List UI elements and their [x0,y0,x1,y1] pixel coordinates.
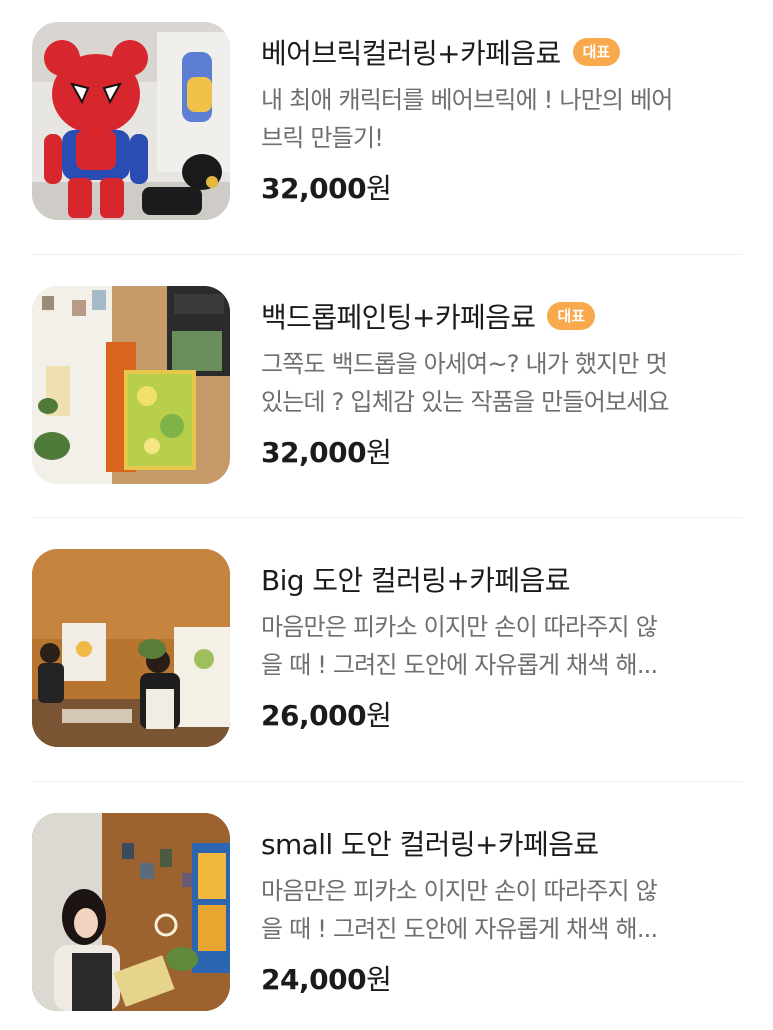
item-divider [32,517,742,518]
price-amount: 32,000 [261,436,367,469]
price-amount: 32,000 [261,172,367,205]
item-info: Big 도안 컬러링+카페음료 마음만은 피카소 이지만 손이 따라주지 않 을… [261,549,751,734]
item-description: 마음만은 피카소 이지만 손이 따라주지 않 을 때 ! 그려진 도안에 자유롭… [261,608,751,684]
price-currency: 원 [366,699,392,732]
description-line: 을 때 ! 그려진 도안에 자유롭게 채색 해... [261,651,658,679]
item-title[interactable]: Big 도안 컬러링+카페음료 [261,559,570,599]
item-title[interactable]: small 도안 컬러링+카페음료 [261,823,599,863]
title-row: Big 도안 컬러링+카페음료 [261,549,751,609]
price-currency: 원 [366,963,392,996]
spiderman-bearbrick-photo [32,22,230,220]
price-currency: 원 [366,436,392,469]
product-image-big-pattern[interactable] [32,549,230,747]
representative-badge: 대표 [547,302,596,330]
description-line: 브릭 만들기! [261,124,384,152]
product-image-small-pattern[interactable] [32,813,230,1011]
description-line: 마음만은 피카소 이지만 손이 따라주지 않 [261,613,658,641]
title-row: 베어브릭컬러링+카페음료 대표 [261,22,751,82]
description-line: 내 최애 캐릭터를 베어브릭에 ! 나만의 베어 [261,86,673,114]
list-item[interactable]: Big 도안 컬러링+카페음료 마음만은 피카소 이지만 손이 따라주지 않 을… [32,549,742,749]
description-line: 그쪽도 백드롭을 아세여~? 내가 했지만 멋 [261,350,668,378]
list-item[interactable]: 백드롭페인팅+카페음료 대표 그쪽도 백드롭을 아세여~? 내가 했지만 멋 있… [32,286,742,486]
description-line: 마음만은 피카소 이지만 손이 따라주지 않 [261,877,658,905]
item-price: 26,000원 [261,694,751,734]
product-image-bearbrick[interactable] [32,22,230,220]
item-title[interactable]: 베어브릭컬러링+카페음료 [261,32,561,72]
item-price: 32,000원 [261,167,751,207]
item-title[interactable]: 백드롭페인팅+카페음료 [261,296,536,336]
item-info: small 도안 컬러링+카페음료 마음만은 피카소 이지만 손이 따라주지 않… [261,813,751,998]
description-line: 을 때 ! 그려진 도안에 자유롭게 채색 해... [261,915,658,943]
woman-painting-small-canvas-photo [32,813,230,1011]
item-info: 베어브릭컬러링+카페음료 대표 내 최애 캐릭터를 베어브릭에 ! 나만의 베어… [261,22,751,207]
price-currency: 원 [366,172,392,205]
item-price: 24,000원 [261,958,751,998]
title-row: small 도안 컬러링+카페음료 [261,813,751,873]
representative-badge: 대표 [572,38,621,66]
list-item[interactable]: small 도안 컬러링+카페음료 마음만은 피카소 이지만 손이 따라주지 않… [32,813,742,1013]
item-price: 32,000원 [261,431,751,471]
item-divider [32,781,742,782]
product-image-backdrop[interactable] [32,286,230,484]
item-divider [32,254,742,255]
list-item[interactable]: 베어브릭컬러링+카페음료 대표 내 최애 캐릭터를 베어브릭에 ! 나만의 베어… [32,22,742,222]
price-amount: 26,000 [261,699,367,732]
price-amount: 24,000 [261,963,367,996]
title-row: 백드롭페인팅+카페음료 대표 [261,286,751,346]
backdrop-painting-easel-photo [32,286,230,484]
people-painting-canvases-photo [32,549,230,747]
description-line: 있는데 ? 입체감 있는 작품을 만들어보세요 [261,388,670,416]
item-info: 백드롭페인팅+카페음료 대표 그쪽도 백드롭을 아세여~? 내가 했지만 멋 있… [261,286,751,471]
item-description: 내 최애 캐릭터를 베어브릭에 ! 나만의 베어 브릭 만들기! [261,81,751,157]
item-description: 마음만은 피카소 이지만 손이 따라주지 않 을 때 ! 그려진 도안에 자유롭… [261,872,751,948]
item-description: 그쪽도 백드롭을 아세여~? 내가 했지만 멋 있는데 ? 입체감 있는 작품을… [261,345,751,421]
